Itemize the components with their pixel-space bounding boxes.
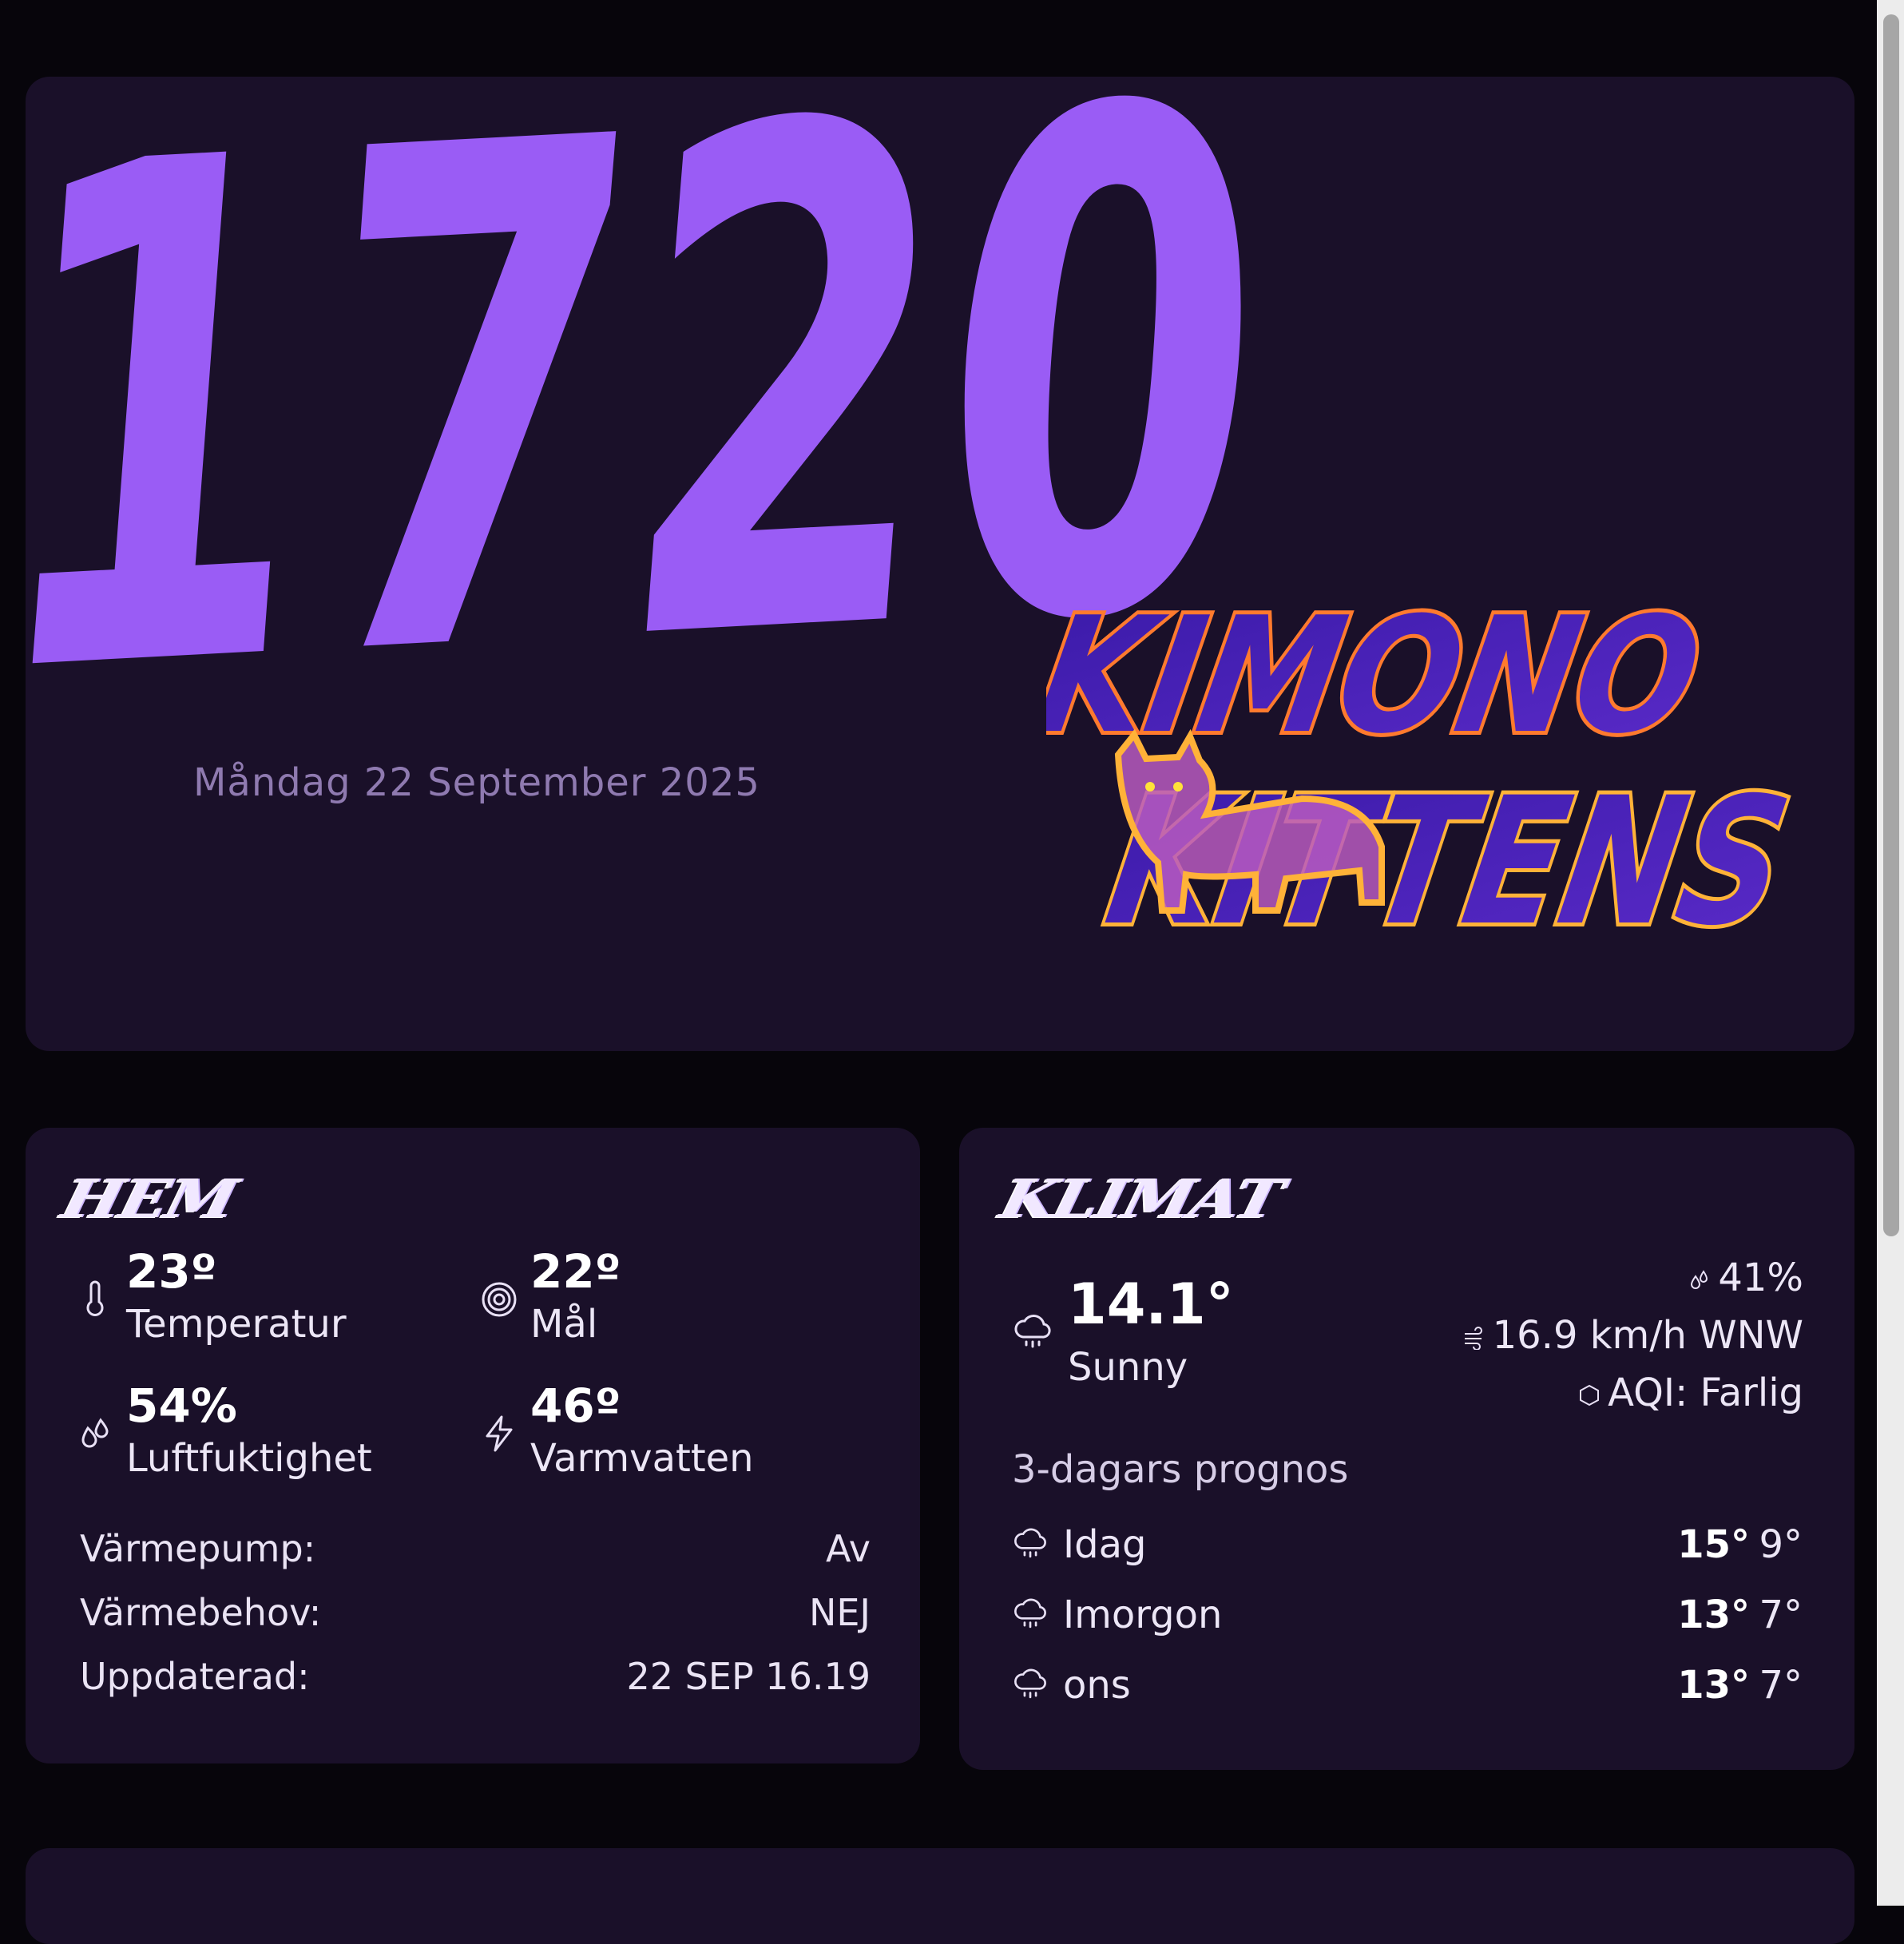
hotwater-label: Varmvatten [530, 1436, 754, 1481]
target-value: 22º [530, 1244, 621, 1299]
kimono-kittens-logo: KIMONO KITTENS [1046, 578, 1806, 968]
heat-demand-label: Värmebehov: [80, 1591, 322, 1634]
home-card: HEM 23º Temperatur 22º Mål 54% Luftfukti… [26, 1128, 920, 1763]
forecast-row: ons 13° 7° [1012, 1663, 1803, 1711]
updated-value: 22 SEP 16.19 [626, 1655, 871, 1698]
scrollbar[interactable] [1877, 0, 1904, 1906]
home-title: HEM [56, 1168, 243, 1231]
forecast-title: 3-dagars prognos [1012, 1447, 1349, 1492]
cloud-rain-icon [1014, 1598, 1046, 1629]
target-label: Mål [530, 1302, 598, 1347]
heat-demand-value: NEJ [808, 1591, 871, 1634]
hexagon-icon [1580, 1384, 1600, 1406]
target-icon [482, 1282, 517, 1317]
cloud-rain-icon [1014, 1315, 1051, 1348]
scrollbar-thumb[interactable] [1883, 14, 1899, 1236]
wind-value: 16.9 km/h WNW [1492, 1313, 1803, 1358]
current-condition: Sunny [1068, 1345, 1188, 1390]
date-label: Måndag 22 September 2025 [193, 760, 760, 805]
forecast-high: 15° [1677, 1522, 1750, 1567]
thermometer-icon [86, 1280, 104, 1316]
droplets-icon [1691, 1270, 1708, 1289]
next-card [26, 1848, 1854, 1944]
heat-demand-row: Värmebehov: NEJ [80, 1591, 871, 1639]
hotwater-value: 46º [530, 1379, 621, 1433]
forecast-row: Idag 15° 9° [1012, 1522, 1803, 1570]
humidity-value: 41% [1718, 1256, 1803, 1300]
heatpump-row: Värmepump: Av [80, 1527, 871, 1575]
forecast-row: Imorgon 13° 7° [1012, 1593, 1803, 1640]
forecast-low: 7° [1759, 1593, 1803, 1637]
wind-icon [1464, 1327, 1482, 1351]
aqi-readout: AQI: Farlig [1577, 1371, 1803, 1415]
forecast-low: 7° [1759, 1663, 1803, 1708]
current-temperature: 14.1° [1068, 1272, 1234, 1337]
aqi-value: AQI: Farlig [1608, 1371, 1803, 1415]
cloud-rain-icon [1014, 1668, 1046, 1699]
humidity-value: 54% [126, 1379, 237, 1433]
forecast-high: 13° [1677, 1593, 1750, 1637]
humidity-label: Luftfuktighet [126, 1436, 372, 1481]
humidity-readout: 41% [1688, 1256, 1803, 1300]
climate-title: KLIMAT [994, 1168, 1288, 1231]
heatpump-label: Värmepump: [80, 1527, 316, 1570]
forecast-day: Imorgon [1063, 1593, 1223, 1637]
forecast-day: ons [1063, 1663, 1131, 1708]
forecast-day: Idag [1063, 1522, 1147, 1567]
temperature-value: 23º [126, 1244, 217, 1299]
updated-label: Uppdaterad: [80, 1655, 310, 1698]
svg-text:KIMONO: KIMONO [1046, 582, 1713, 768]
forecast-high: 13° [1677, 1663, 1750, 1708]
climate-card: KLIMAT 14.1° Sunny 41% 16.9 km/h WNW AQI… [959, 1128, 1854, 1770]
forecast-low: 9° [1759, 1522, 1803, 1567]
lightning-icon [486, 1415, 513, 1452]
wind-readout: 16.9 km/h WNW [1462, 1313, 1803, 1358]
heatpump-value: Av [826, 1527, 871, 1570]
temperature-label: Temperatur [126, 1302, 347, 1347]
cloud-rain-icon [1014, 1528, 1046, 1558]
droplets-icon [81, 1418, 109, 1448]
updated-row: Uppdaterad: 22 SEP 16.19 [80, 1655, 871, 1703]
